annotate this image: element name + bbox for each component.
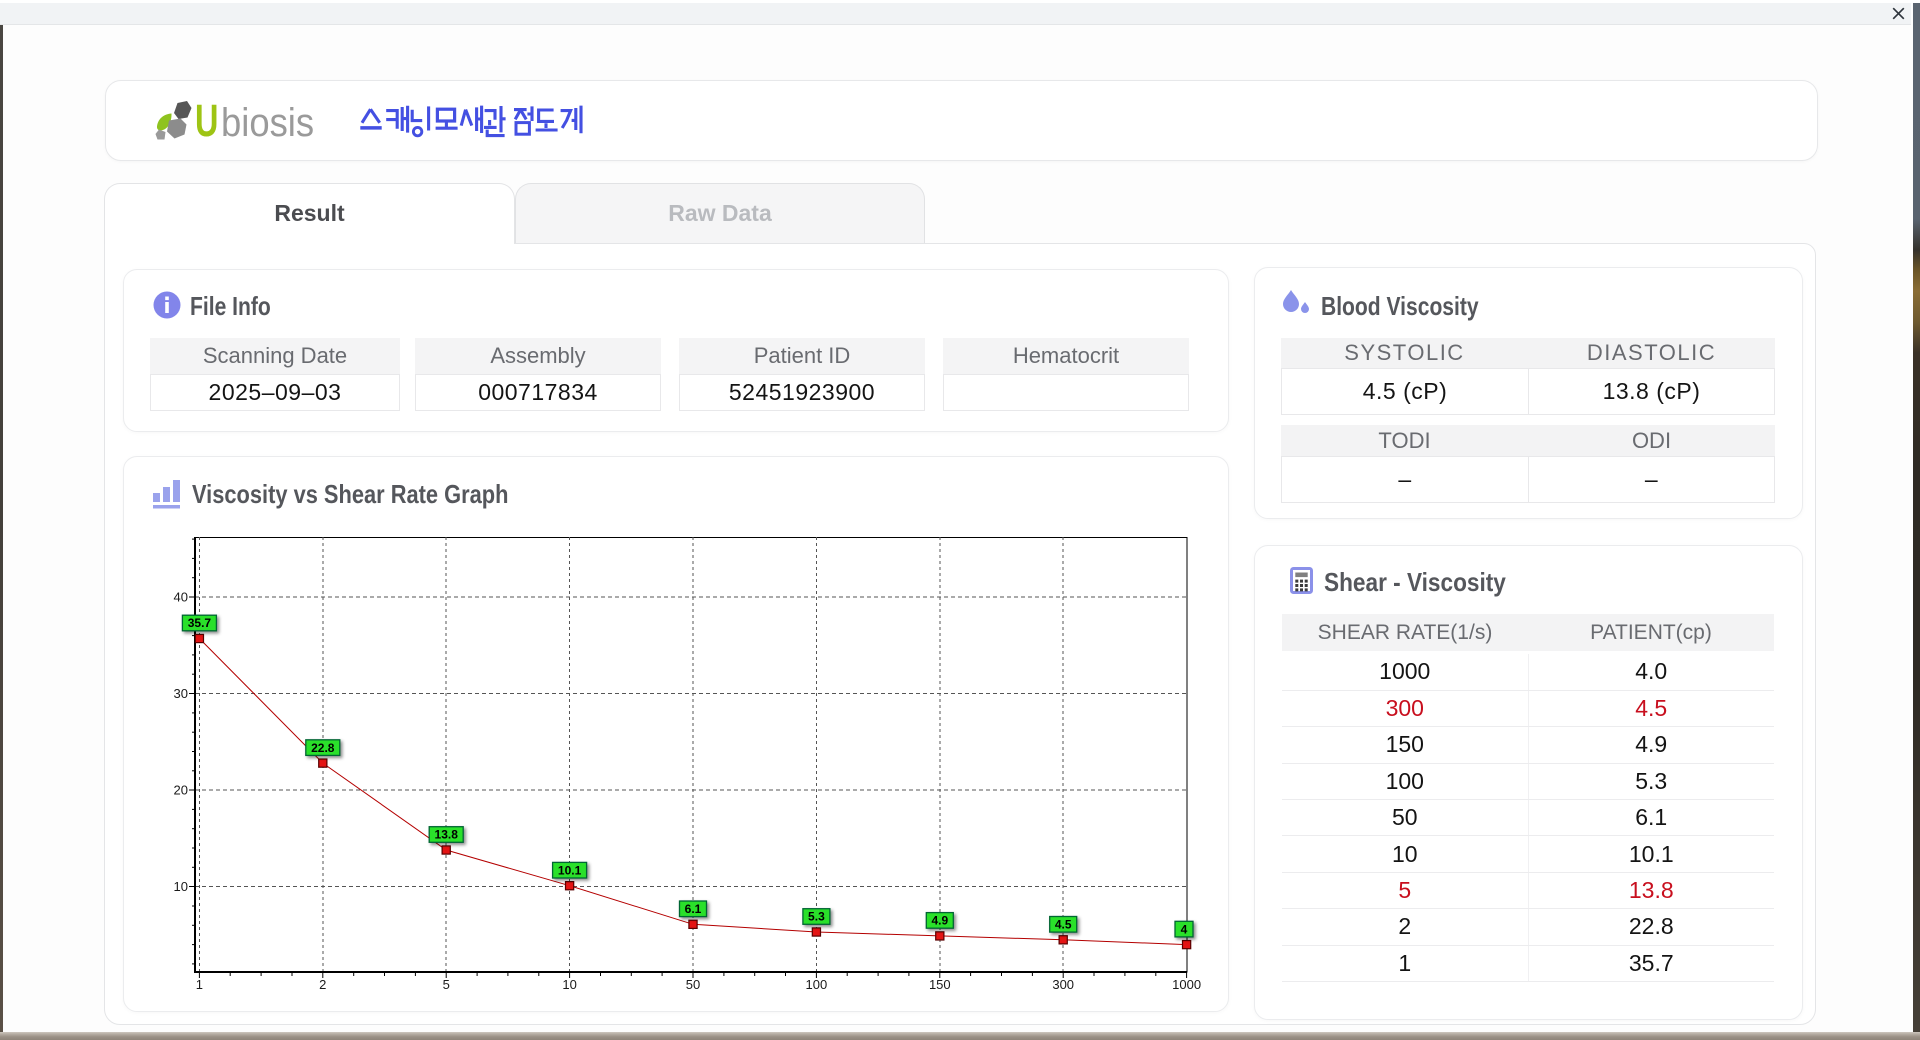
svg-text:50: 50: [686, 977, 700, 992]
svg-text:6.1: 6.1: [685, 902, 702, 916]
svg-text:4.5: 4.5: [1055, 918, 1072, 932]
svg-text:300: 300: [1052, 977, 1074, 992]
svg-text:1: 1: [196, 977, 203, 992]
svg-text:4.9: 4.9: [931, 914, 948, 928]
svg-text:40: 40: [174, 590, 188, 605]
svg-text:4: 4: [1181, 922, 1188, 936]
svg-text:2: 2: [319, 977, 326, 992]
svg-text:5: 5: [443, 977, 450, 992]
svg-text:35.7: 35.7: [188, 616, 212, 630]
svg-text:10.1: 10.1: [558, 863, 582, 877]
svg-text:10: 10: [174, 879, 188, 894]
svg-text:22.8: 22.8: [311, 741, 335, 755]
svg-text:10: 10: [562, 977, 576, 992]
svg-text:1000: 1000: [1172, 977, 1201, 992]
svg-text:13.8: 13.8: [435, 828, 459, 842]
svg-text:5.3: 5.3: [808, 910, 825, 924]
svg-text:20: 20: [174, 783, 188, 798]
svg-text:150: 150: [929, 977, 951, 992]
svg-text:30: 30: [174, 686, 188, 701]
svg-text:100: 100: [806, 977, 828, 992]
